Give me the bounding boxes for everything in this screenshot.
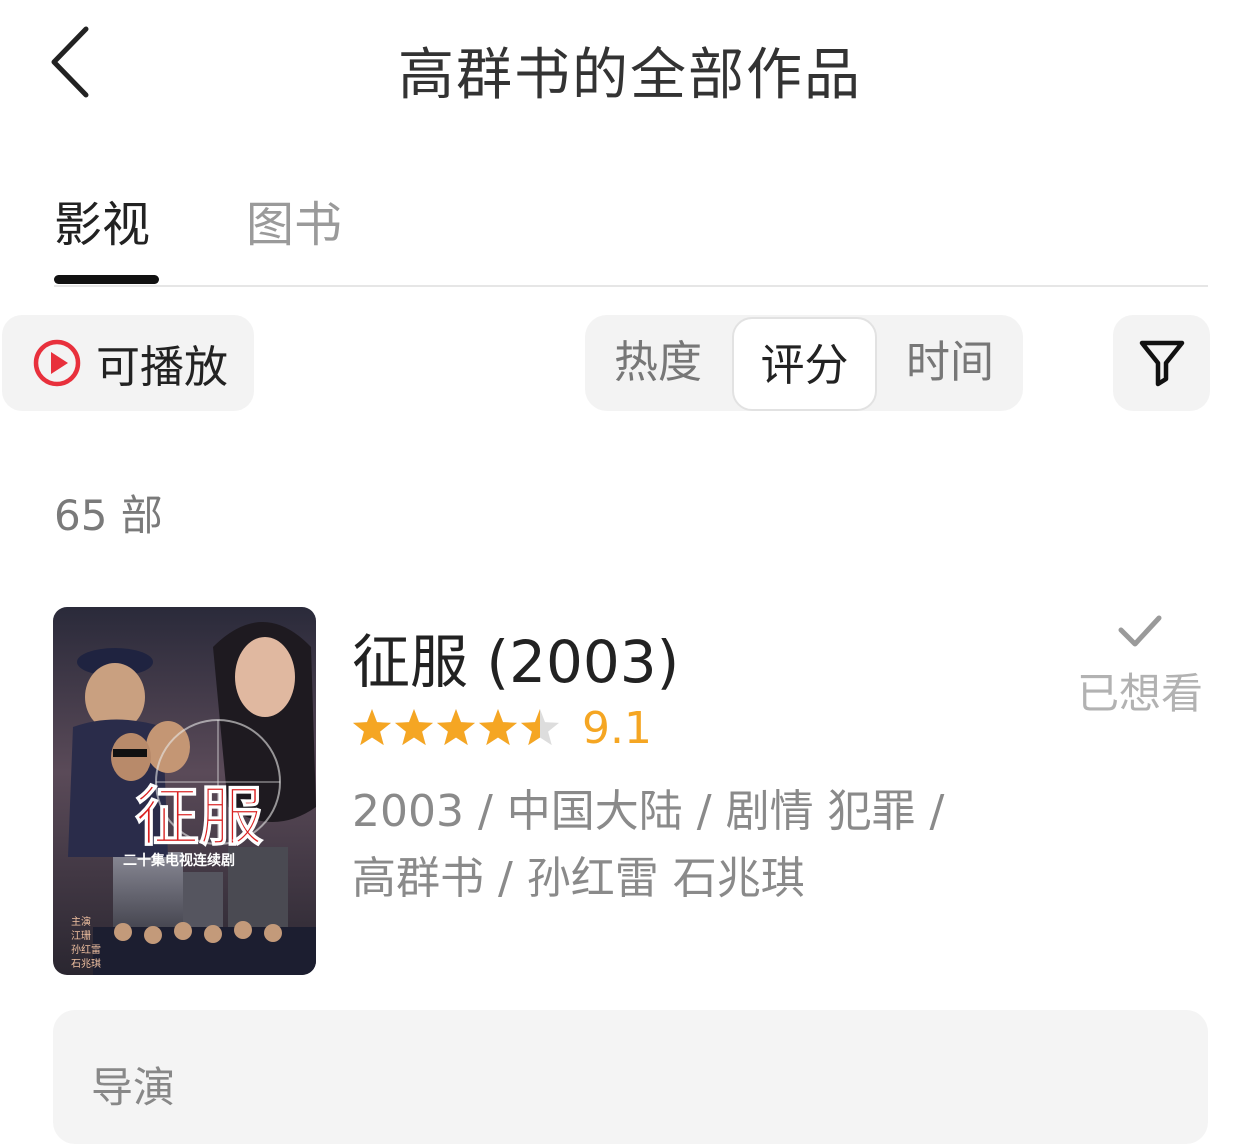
poster-cast-1: 江珊 — [71, 930, 91, 942]
director-section: 导演 — [53, 1010, 1208, 1144]
poster-image[interactable]: 征服 二十集电视连续剧 主演 江珊 孙红雷 石兆琪 — [53, 607, 316, 975]
director-section-label: 导演 — [91, 1063, 176, 1112]
sort-option-popularity[interactable]: 热度 — [585, 315, 731, 411]
item-title[interactable]: 征服 (2003) — [352, 615, 679, 699]
rating-stars — [352, 709, 560, 746]
header-bar: 高群书的全部作品 — [0, 0, 1260, 130]
sort-segmented-control: 热度 评分 时间 — [585, 315, 1023, 411]
sort-option-rating[interactable]: 评分 — [732, 317, 877, 411]
poster-title-text: 征服 — [135, 780, 263, 855]
sort-option-time[interactable]: 时间 — [877, 315, 1023, 411]
poster-cast-label: 主演 — [71, 915, 91, 928]
star-filled-icon — [352, 709, 392, 746]
tab-bar: 影视 图书 — [54, 185, 1208, 287]
rating-row: 9.1 — [352, 700, 652, 756]
page-title: 高群书的全部作品 — [398, 43, 862, 108]
works-count: 65 部 — [54, 491, 163, 540]
tab-books[interactable]: 图书 — [246, 185, 342, 255]
funnel-icon — [1139, 340, 1184, 387]
poster-subtitle-text: 二十集电视连续剧 — [123, 852, 235, 869]
playable-filter-label: 可播放 — [96, 342, 228, 393]
wish-to-watch-button[interactable]: 已想看 — [1070, 610, 1210, 740]
item-meta-line-1: 2003 / 中国大陆 / 剧情 犯罪 / — [352, 786, 945, 837]
star-filled-icon — [478, 709, 518, 746]
playable-filter-button[interactable]: 可播放 — [2, 315, 254, 411]
star-filled-icon — [436, 709, 476, 746]
check-icon — [1118, 615, 1162, 647]
active-tab-indicator — [54, 275, 159, 284]
wish-to-watch-label: 已想看 — [1076, 669, 1203, 718]
item-meta-line-2: 高群书 / 孙红雷 石兆琪 — [352, 853, 805, 904]
play-circle-icon — [33, 339, 81, 387]
poster-cast-3: 石兆琪 — [71, 957, 101, 970]
rating-value: 9.1 — [582, 702, 652, 754]
filter-button[interactable] — [1113, 315, 1210, 411]
star-filled-icon — [394, 709, 434, 746]
tab-film-tv[interactable]: 影视 — [54, 185, 150, 255]
poster-cast-2: 孙红雷 — [71, 943, 101, 956]
